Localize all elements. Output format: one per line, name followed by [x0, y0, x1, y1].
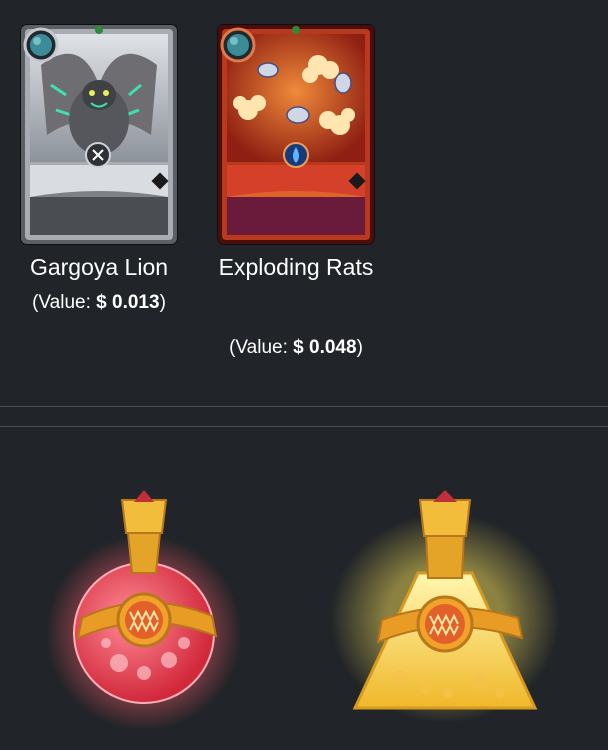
exploding-rats-card[interactable]: [218, 25, 374, 244]
section-divider: [0, 426, 608, 427]
card-value: (Value: $ 0.013): [32, 292, 166, 313]
section-divider: [0, 406, 608, 407]
gold-potion-icon: [330, 490, 560, 723]
red-potion-icon: [46, 490, 242, 731]
gargoya-lion-card[interactable]: [21, 25, 177, 244]
card-value: (Value: $ 0.048): [229, 337, 363, 358]
rats-art-icon: [218, 25, 374, 244]
gargoyle-art-icon: [21, 25, 177, 244]
red-potion-icon[interactable]: [44, 478, 244, 731]
card-name: Exploding Rats: [218, 254, 374, 280]
card-name: Gargoya Lion: [29, 254, 169, 280]
gold-potion-icon[interactable]: [330, 478, 560, 728]
